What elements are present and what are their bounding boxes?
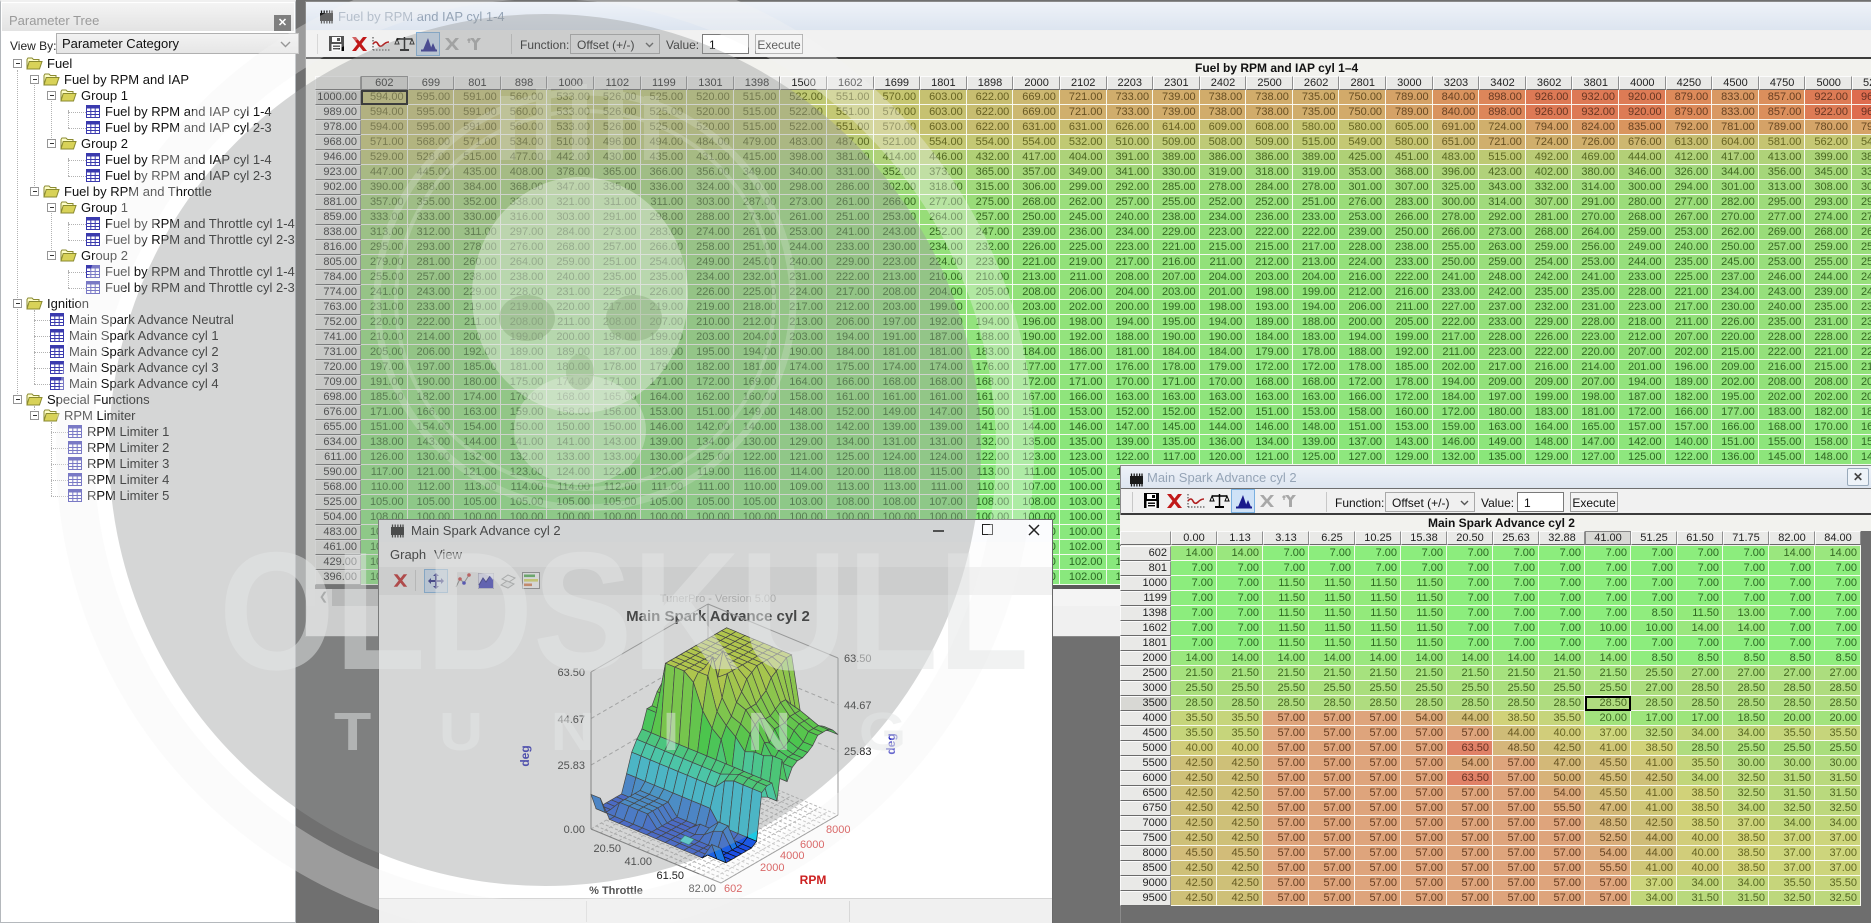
svg-text:0.00: 0.00: [564, 824, 585, 836]
svg-text:% Throttle: % Throttle: [589, 885, 643, 897]
svg-text:63.50: 63.50: [557, 667, 585, 679]
svg-text:63.50: 63.50: [844, 653, 872, 665]
svg-text:6000: 6000: [800, 839, 824, 851]
svg-text:25.83: 25.83: [557, 760, 585, 772]
svg-text:44.67: 44.67: [844, 700, 872, 712]
svg-text:8000: 8000: [826, 824, 850, 836]
svg-text:82.00: 82.00: [688, 883, 716, 895]
svg-text:41.00: 41.00: [624, 856, 652, 868]
svg-text:61.50: 61.50: [656, 870, 684, 882]
svg-text:RPM: RPM: [800, 873, 827, 887]
svg-text:25.83: 25.83: [844, 746, 872, 758]
svg-text:deg: deg: [884, 733, 898, 754]
svg-text:602: 602: [724, 883, 742, 895]
svg-text:44.67: 44.67: [557, 714, 585, 726]
svg-text:deg: deg: [518, 745, 532, 766]
svg-text:4000: 4000: [780, 850, 804, 862]
svg-text:20.50: 20.50: [593, 843, 621, 855]
svg-text:2000: 2000: [760, 862, 784, 874]
